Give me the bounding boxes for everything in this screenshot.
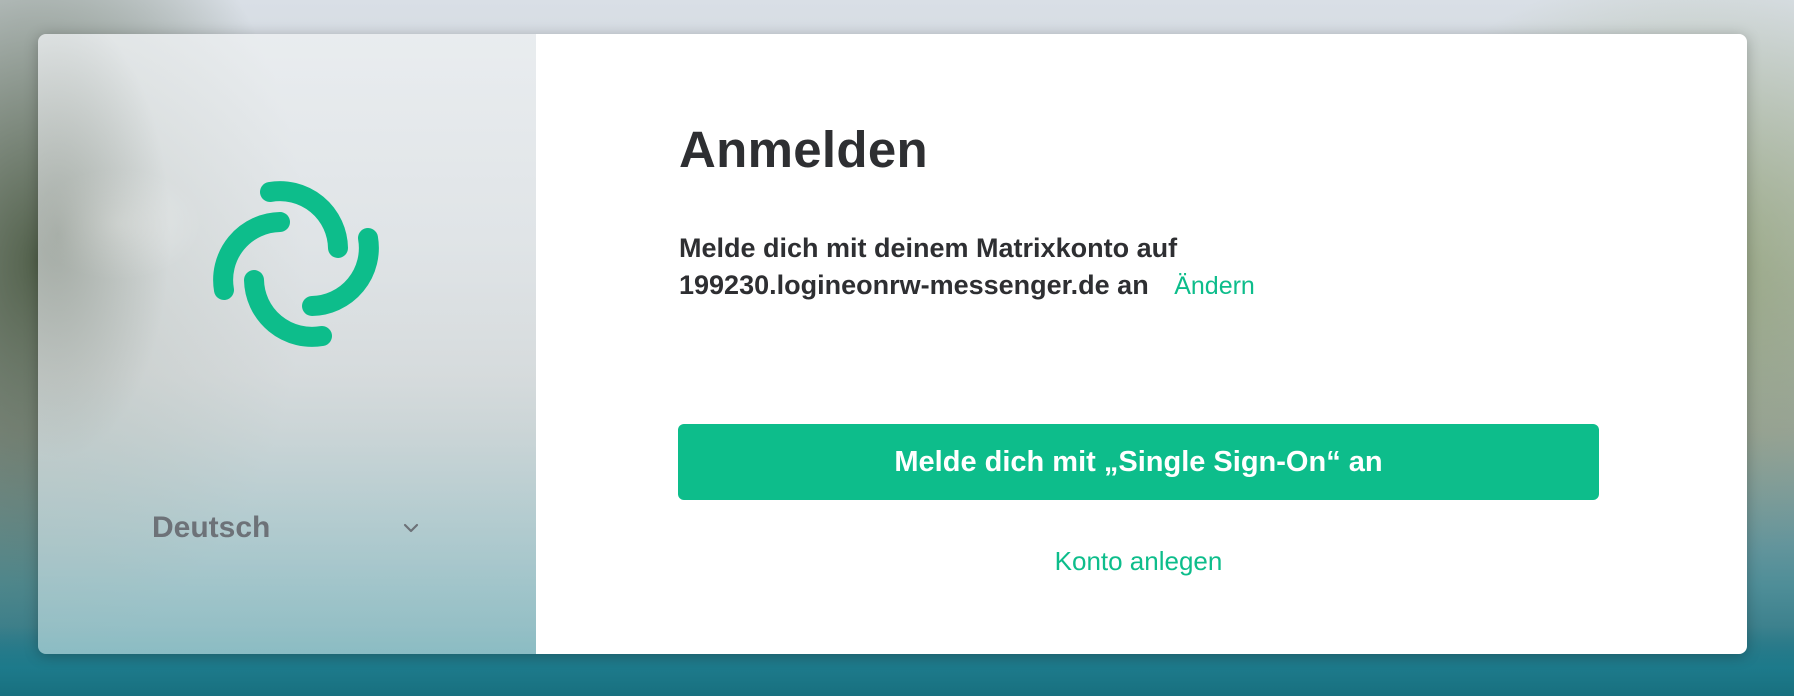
change-server-link[interactable]: Ändern — [1174, 268, 1255, 305]
create-account-link[interactable]: Konto anlegen — [678, 546, 1599, 577]
page-title: Anmelden — [679, 121, 928, 178]
auth-card: Deutsch Anmelden Melde dich mit deinem M… — [38, 34, 1747, 654]
brand-panel: Deutsch — [38, 34, 536, 654]
element-logo-icon — [186, 154, 406, 374]
server-text-line2: 199230.logineonrw-messenger.de an — [679, 270, 1149, 300]
server-description: Melde dich mit deinem Matrixkonto auf 19… — [679, 230, 1579, 305]
server-text-line1: Melde dich mit deinem Matrixkonto auf — [679, 233, 1178, 263]
language-selected-label: Deutsch — [152, 511, 271, 544]
login-form-panel: Anmelden Melde dich mit deinem Matrixkon… — [536, 34, 1747, 654]
sso-login-button[interactable]: Melde dich mit „Single Sign-On“ an — [678, 424, 1599, 500]
language-dropdown[interactable]: Deutsch — [148, 504, 428, 552]
chevron-down-icon — [400, 517, 422, 539]
